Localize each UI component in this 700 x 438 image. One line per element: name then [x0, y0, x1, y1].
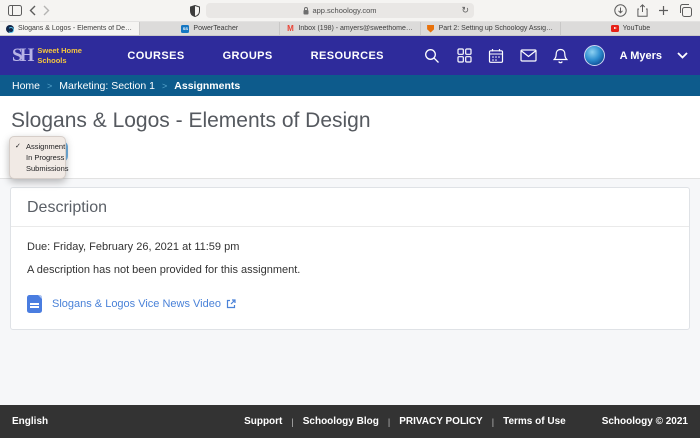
dropdown-option-in-progress[interactable]: In Progress [10, 152, 65, 163]
breadcrumb-separator: > [47, 81, 52, 91]
breadcrumb-home[interactable]: Home [12, 80, 40, 92]
chevron-down-icon [677, 52, 688, 59]
back-button[interactable] [29, 3, 36, 19]
attachment-label: Slogans & Logos Vice News Video [52, 298, 221, 310]
assignment-view-dropdown: ✓ Assignment In Progress Submissions [9, 136, 66, 179]
notifications-button[interactable] [552, 47, 569, 64]
sidebar-toggle-button[interactable] [8, 3, 22, 19]
footer-links: Support | Schoology Blog | PRIVACY POLIC… [244, 416, 566, 427]
footer-link-blog[interactable]: Schoology Blog [303, 416, 379, 427]
calendar-button[interactable] [488, 47, 505, 64]
privacy-report-button[interactable] [190, 3, 200, 19]
tab-overview-button[interactable] [679, 3, 692, 19]
nav-resources[interactable]: RESOURCES [311, 50, 384, 62]
tab-title: Inbox (198) - amyers@sweethomeschool... [298, 25, 413, 32]
toolbar-right-buttons [614, 3, 692, 19]
gmail-favicon-icon: M [286, 25, 294, 33]
privacy-shield-icon [190, 5, 200, 17]
attachment-link[interactable]: Slogans & Logos Vice News Video [52, 298, 236, 310]
address-field[interactable]: app.schoology.com ↻ [206, 3, 474, 18]
forward-button[interactable] [43, 3, 50, 19]
sidebar-icon [8, 5, 22, 16]
footer-separator: | [291, 417, 293, 427]
powerschool-favicon-icon: SS [181, 25, 189, 33]
share-icon [637, 4, 648, 17]
school-logo[interactable]: SH [12, 45, 31, 67]
attachment-row[interactable]: Slogans & Logos Vice News Video [27, 295, 673, 313]
card-heading: Description [11, 188, 689, 227]
tab-schoology-active[interactable]: Slogans & Logos - Elements of Design (..… [0, 22, 140, 35]
search-icon [424, 48, 440, 64]
check-icon: ✓ [15, 141, 21, 152]
tab-powerteacher[interactable]: SS PowerTeacher [140, 22, 280, 35]
messages-button[interactable] [520, 47, 537, 64]
mail-icon [520, 49, 537, 62]
footer-separator: | [388, 417, 390, 427]
forward-icon [43, 5, 50, 16]
downloads-icon [614, 4, 627, 17]
tab-gmail-inbox[interactable]: M Inbox (198) - amyers@sweethomeschool..… [280, 22, 420, 35]
card-body: Due: Friday, February 26, 2021 at 11:59 … [11, 227, 689, 329]
tab-title: PowerTeacher [193, 25, 238, 32]
tab-title: Part 2: Setting up Schoology Assignment.… [439, 25, 554, 32]
bell-icon [553, 48, 568, 64]
apps-grid-button[interactable] [456, 47, 473, 64]
reload-button[interactable]: ↻ [461, 3, 469, 18]
orange-shield-favicon-icon [427, 25, 435, 33]
page-title: Slogans & Logos - Elements of Design [11, 109, 689, 133]
new-tab-button[interactable] [658, 3, 669, 19]
tab-youtube[interactable]: YouTube [561, 22, 700, 35]
browser-tab-strip: Slogans & Logos - Elements of Design (..… [0, 22, 700, 36]
reload-icon: ↻ [461, 5, 469, 15]
lock-icon [303, 7, 309, 15]
footer: English Support | Schoology Blog | PRIVA… [0, 405, 700, 438]
user-name[interactable]: A Myers [620, 50, 662, 62]
browser-toolbar: app.schoology.com ↻ [0, 0, 700, 22]
calendar-icon [488, 48, 504, 64]
footer-link-terms[interactable]: Terms of Use [503, 416, 566, 427]
content-area: Description Due: Friday, February 26, 20… [0, 179, 700, 405]
grid-icon [457, 48, 472, 63]
plus-icon [658, 5, 669, 16]
no-description-text: A description has not been provided for … [27, 264, 673, 276]
address-bar-area: app.schoology.com ↻ [57, 3, 607, 19]
breadcrumb-separator: > [162, 81, 167, 91]
tab-title: YouTube [623, 25, 651, 32]
main-nav: COURSES GROUPS RESOURCES [127, 50, 384, 62]
page-header: Slogans & Logos - Elements of Design [0, 96, 700, 179]
school-name: Sweet Home Schools [37, 46, 85, 65]
share-button[interactable] [637, 3, 648, 19]
language-selector[interactable]: English [12, 416, 48, 427]
breadcrumb-course[interactable]: Marketing: Section 1 [59, 80, 155, 92]
external-link-icon [226, 299, 236, 309]
schoology-navbar: SH Sweet Home Schools COURSES GROUPS RES… [0, 36, 700, 75]
due-date: Due: Friday, February 26, 2021 at 11:59 … [27, 241, 673, 253]
nav-courses[interactable]: COURSES [127, 50, 184, 62]
footer-link-privacy[interactable]: PRIVACY POLICY [399, 416, 483, 427]
nav-groups[interactable]: GROUPS [223, 50, 273, 62]
dropdown-option-assignment[interactable]: ✓ Assignment [10, 141, 65, 152]
copyright-text: Schoology © 2021 [602, 416, 688, 427]
dropdown-option-submissions[interactable]: Submissions [10, 163, 65, 174]
schoology-favicon-icon [6, 25, 14, 33]
breadcrumb-assignments[interactable]: Assignments [174, 80, 240, 92]
footer-link-support[interactable]: Support [244, 416, 282, 427]
tab-schoology-tutorial[interactable]: Part 2: Setting up Schoology Assignment.… [421, 22, 561, 35]
youtube-favicon-icon [611, 25, 619, 33]
footer-separator: | [492, 417, 494, 427]
user-avatar[interactable] [584, 45, 605, 66]
tab-title: Slogans & Logos - Elements of Design (..… [18, 25, 133, 32]
user-menu-caret[interactable] [677, 52, 688, 59]
downloads-button[interactable] [614, 3, 627, 19]
search-button[interactable] [424, 47, 441, 64]
breadcrumb: Home > Marketing: Section 1 > Assignment… [0, 75, 700, 96]
navbar-right: A Myers [424, 45, 688, 66]
address-url: app.schoology.com [312, 6, 376, 15]
tab-overview-icon [679, 4, 692, 17]
description-card: Description Due: Friday, February 26, 20… [10, 187, 690, 330]
document-icon [27, 295, 42, 313]
back-icon [29, 5, 36, 16]
